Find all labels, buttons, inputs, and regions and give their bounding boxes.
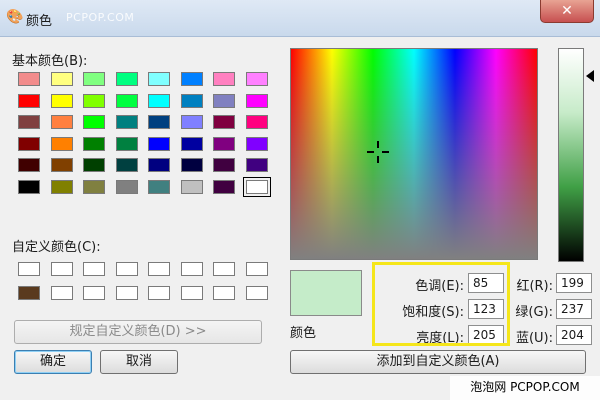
basic-color-swatch[interactable] (180, 179, 203, 194)
add-to-custom-colors-button[interactable]: 添加到自定义颜色(A) (290, 350, 586, 374)
red-input[interactable]: 199 (556, 273, 592, 293)
palette-icon: 🎨 (6, 9, 24, 25)
basic-color-swatch[interactable] (115, 136, 138, 151)
basic-color-swatch[interactable] (18, 158, 40, 172)
basic-color-swatch[interactable] (50, 179, 73, 194)
basic-color-swatch[interactable] (50, 72, 73, 86)
basic-color-swatch[interactable] (115, 72, 138, 86)
window-title: 颜色 (26, 14, 53, 29)
basic-color-swatch[interactable] (213, 72, 235, 86)
basic-color-swatch[interactable] (83, 179, 105, 194)
basic-color-swatch[interactable] (115, 179, 138, 194)
watermark-bottom: 泡泡网 PCPOP.COM (450, 376, 600, 400)
close-button[interactable]: ✕ (540, 0, 594, 23)
basic-color-swatch[interactable] (245, 72, 268, 86)
basic-color-swatch[interactable] (245, 158, 268, 172)
custom-color-swatch[interactable] (18, 262, 40, 276)
basic-color-swatch[interactable] (180, 115, 203, 129)
color-spectrum[interactable] (290, 48, 538, 260)
color-preview-label: 颜色 (290, 326, 317, 341)
saturation-label: 饱和度(S): (402, 305, 464, 320)
title-bar: 🎨 颜色 PCPOP.COM ✕ (0, 0, 600, 37)
basic-color-swatch[interactable] (83, 158, 105, 172)
cancel-button[interactable]: 取消 (100, 350, 178, 374)
basic-color-swatch[interactable] (83, 136, 105, 151)
basic-color-swatch[interactable] (213, 93, 235, 108)
custom-color-swatch[interactable] (213, 286, 235, 300)
custom-color-swatch[interactable] (148, 286, 170, 300)
saturation-input[interactable]: 123 (468, 299, 504, 319)
custom-color-swatch[interactable] (50, 286, 73, 300)
custom-color-swatch[interactable] (83, 262, 105, 276)
basic-color-swatch[interactable] (18, 179, 40, 194)
custom-color-swatch[interactable] (180, 286, 203, 300)
basic-color-swatch[interactable] (115, 93, 138, 108)
close-icon: ✕ (561, 3, 573, 19)
color-preview (290, 270, 362, 316)
basic-color-swatch[interactable] (180, 136, 203, 151)
luminance-label: 亮度(L): (416, 331, 464, 346)
basic-color-swatch[interactable] (18, 93, 40, 108)
basic-color-swatch[interactable] (50, 136, 73, 151)
basic-color-swatch[interactable] (148, 93, 170, 108)
basic-color-swatch[interactable] (18, 136, 40, 151)
basic-color-swatch[interactable] (83, 93, 105, 108)
custom-color-swatch[interactable] (245, 286, 268, 300)
basic-color-swatch[interactable] (115, 158, 138, 172)
slider-arrow-icon[interactable] (586, 70, 594, 82)
luminance-input[interactable]: 205 (468, 325, 504, 345)
basic-color-swatch[interactable] (213, 115, 235, 129)
custom-colors-label: 自定义颜色(C): (12, 240, 101, 255)
basic-color-swatch[interactable] (245, 93, 268, 108)
basic-color-swatch[interactable] (83, 115, 105, 129)
basic-color-swatch[interactable] (213, 179, 235, 194)
basic-color-swatch[interactable] (148, 136, 170, 151)
watermark-top: PCPOP.COM (66, 11, 135, 24)
basic-color-swatch[interactable] (242, 176, 271, 197)
basic-color-swatch[interactable] (148, 179, 170, 194)
basic-color-swatch[interactable] (213, 158, 235, 172)
basic-color-swatch[interactable] (50, 93, 73, 108)
basic-color-swatch[interactable] (18, 72, 40, 86)
crosshair-icon (367, 141, 389, 163)
define-custom-colors-button[interactable]: 规定自定义颜色(D) >> (14, 320, 262, 344)
basic-color-swatch[interactable] (180, 158, 203, 172)
custom-color-swatch[interactable] (50, 262, 73, 276)
red-label: 红(R): (516, 279, 553, 294)
basic-color-swatch[interactable] (213, 136, 235, 151)
ok-button[interactable]: 确定 (14, 350, 92, 374)
custom-color-swatch[interactable] (115, 286, 138, 300)
basic-color-swatch[interactable] (50, 115, 73, 129)
blue-label: 蓝(U): (515, 331, 553, 346)
basic-color-swatch[interactable] (115, 115, 138, 129)
basic-color-swatch[interactable] (180, 72, 203, 86)
basic-color-swatch[interactable] (245, 136, 268, 151)
basic-color-swatch[interactable] (180, 93, 203, 108)
basic-color-swatch[interactable] (50, 158, 73, 172)
basic-color-swatch[interactable] (18, 115, 40, 129)
hue-label: 色调(E): (415, 279, 464, 294)
custom-color-swatch[interactable] (18, 286, 40, 300)
custom-color-swatch[interactable] (148, 262, 170, 276)
basic-color-swatch[interactable] (148, 158, 170, 172)
custom-color-swatch[interactable] (245, 262, 268, 276)
basic-color-swatch[interactable] (245, 115, 268, 129)
basic-color-swatch[interactable] (148, 115, 170, 129)
custom-color-swatch[interactable] (115, 262, 138, 276)
basic-color-swatch[interactable] (83, 72, 105, 86)
hue-input[interactable]: 85 (468, 273, 504, 293)
basic-colors-label: 基本颜色(B): (12, 54, 88, 69)
green-label: 绿(G): (515, 305, 553, 320)
custom-color-swatch[interactable] (213, 262, 235, 276)
luminance-slider[interactable] (558, 48, 584, 262)
blue-input[interactable]: 204 (556, 325, 592, 345)
green-input[interactable]: 237 (556, 299, 592, 319)
custom-color-swatch[interactable] (83, 286, 105, 300)
custom-color-swatch[interactable] (180, 262, 203, 276)
basic-color-swatch[interactable] (148, 72, 170, 86)
